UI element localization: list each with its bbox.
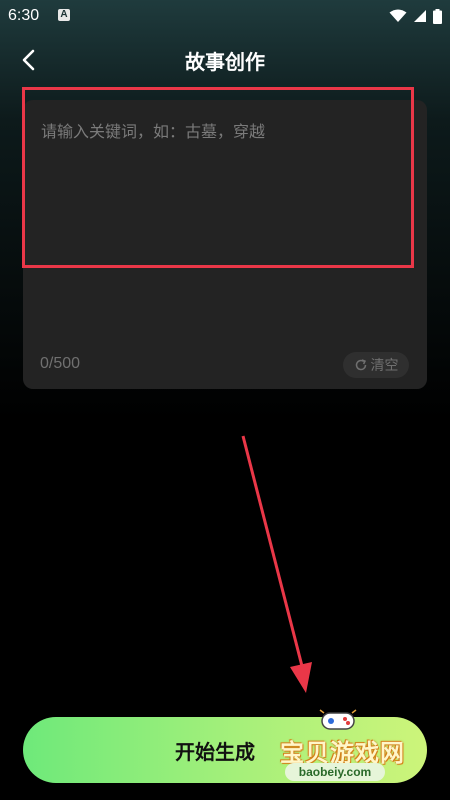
start-generate-label: 开始生成 [175, 741, 255, 764]
gamepad-icon [319, 709, 357, 730]
annotation-arrow [241, 435, 312, 693]
watermark-url: baobeiy.com [285, 763, 385, 781]
watermark-logo: 宝贝游戏网 baobeiy.com [270, 705, 430, 785]
